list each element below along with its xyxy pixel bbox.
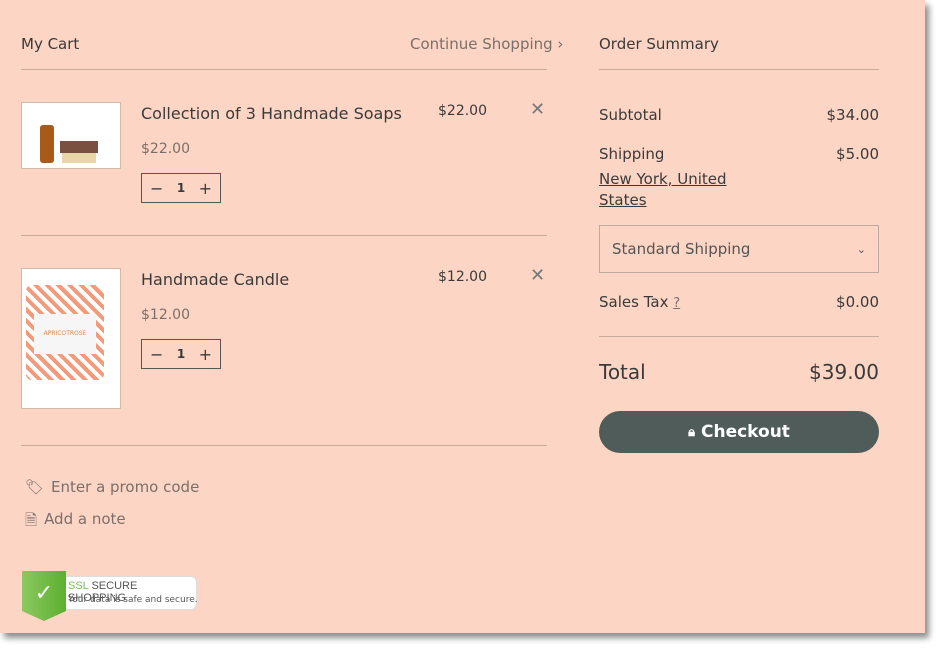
item-total: $12.00 [438, 269, 487, 285]
divider [21, 445, 547, 446]
item-unit-price: $12.00 [141, 307, 190, 323]
shipping-label: Shipping [599, 145, 665, 163]
tax-value: $0.00 [836, 293, 879, 311]
divider [599, 336, 879, 337]
promo-label: Enter a promo code [51, 478, 200, 496]
subtotal-label: Subtotal [599, 106, 662, 124]
cart-page: My Cart Continue Shopping › Collection o… [0, 0, 925, 633]
quantity-value[interactable]: 1 [177, 181, 185, 195]
divider [599, 69, 879, 70]
candle-label: APRICOTROSE [34, 314, 96, 354]
increase-button[interactable]: + [199, 345, 212, 364]
shipping-method-select[interactable]: Standard Shipping ⌄ [599, 225, 879, 273]
item-name[interactable]: Handmade Candle [141, 270, 289, 289]
promo-code-link[interactable]: 🏷︎ Enter a promo code [25, 478, 199, 496]
tag-icon: 🏷︎ [25, 478, 45, 496]
item-total: $22.00 [438, 103, 487, 119]
note-label: Add a note [44, 510, 126, 528]
ssl-secure-badge: ✓ SSL SECURE SHOPPING Your data is safe … [22, 571, 198, 621]
note-icon: 🗎 [25, 511, 38, 529]
total-label: Total [599, 360, 646, 384]
continue-shopping-link[interactable]: Continue Shopping › [410, 35, 563, 53]
total-value: $39.00 [809, 360, 879, 384]
add-note-link[interactable]: 🗎 Add a note [25, 510, 126, 535]
shipping-location-link[interactable]: New York, United States [599, 169, 739, 211]
chevron-down-icon: ⌄ [856, 242, 866, 256]
quantity-stepper[interactable]: −1 + [141, 339, 221, 369]
checkout-button[interactable]: 🔒︎ Checkout [599, 411, 879, 453]
item-name[interactable]: Collection of 3 Handmade Soaps [141, 104, 402, 123]
remove-item-button[interactable]: ✕ [530, 265, 545, 286]
item-unit-price: $22.00 [141, 141, 190, 157]
increase-button[interactable]: + [199, 179, 212, 198]
divider [21, 235, 547, 236]
soap-product-image[interactable] [21, 102, 121, 169]
subtotal-value: $34.00 [826, 106, 880, 124]
shipping-method-value: Standard Shipping [612, 240, 751, 258]
tax-help-link[interactable]: ? [673, 296, 680, 311]
cart-title: My Cart [21, 35, 80, 53]
divider [21, 69, 547, 70]
quantity-value[interactable]: 1 [177, 347, 185, 361]
candle-product-image[interactable]: APRICOTROSE [21, 268, 121, 409]
quantity-stepper[interactable]: −1 + [141, 173, 221, 203]
shipping-value: $5.00 [836, 145, 879, 163]
decrease-button[interactable]: − [150, 345, 163, 364]
tax-label: Sales Tax [599, 293, 669, 311]
lock-icon: 🔒︎ [688, 424, 695, 440]
checkout-label: Checkout [700, 422, 790, 442]
check-shield-icon: ✓ [22, 571, 66, 621]
decrease-button[interactable]: − [150, 179, 163, 198]
summary-title: Order Summary [599, 35, 719, 53]
remove-item-button[interactable]: ✕ [530, 99, 545, 120]
